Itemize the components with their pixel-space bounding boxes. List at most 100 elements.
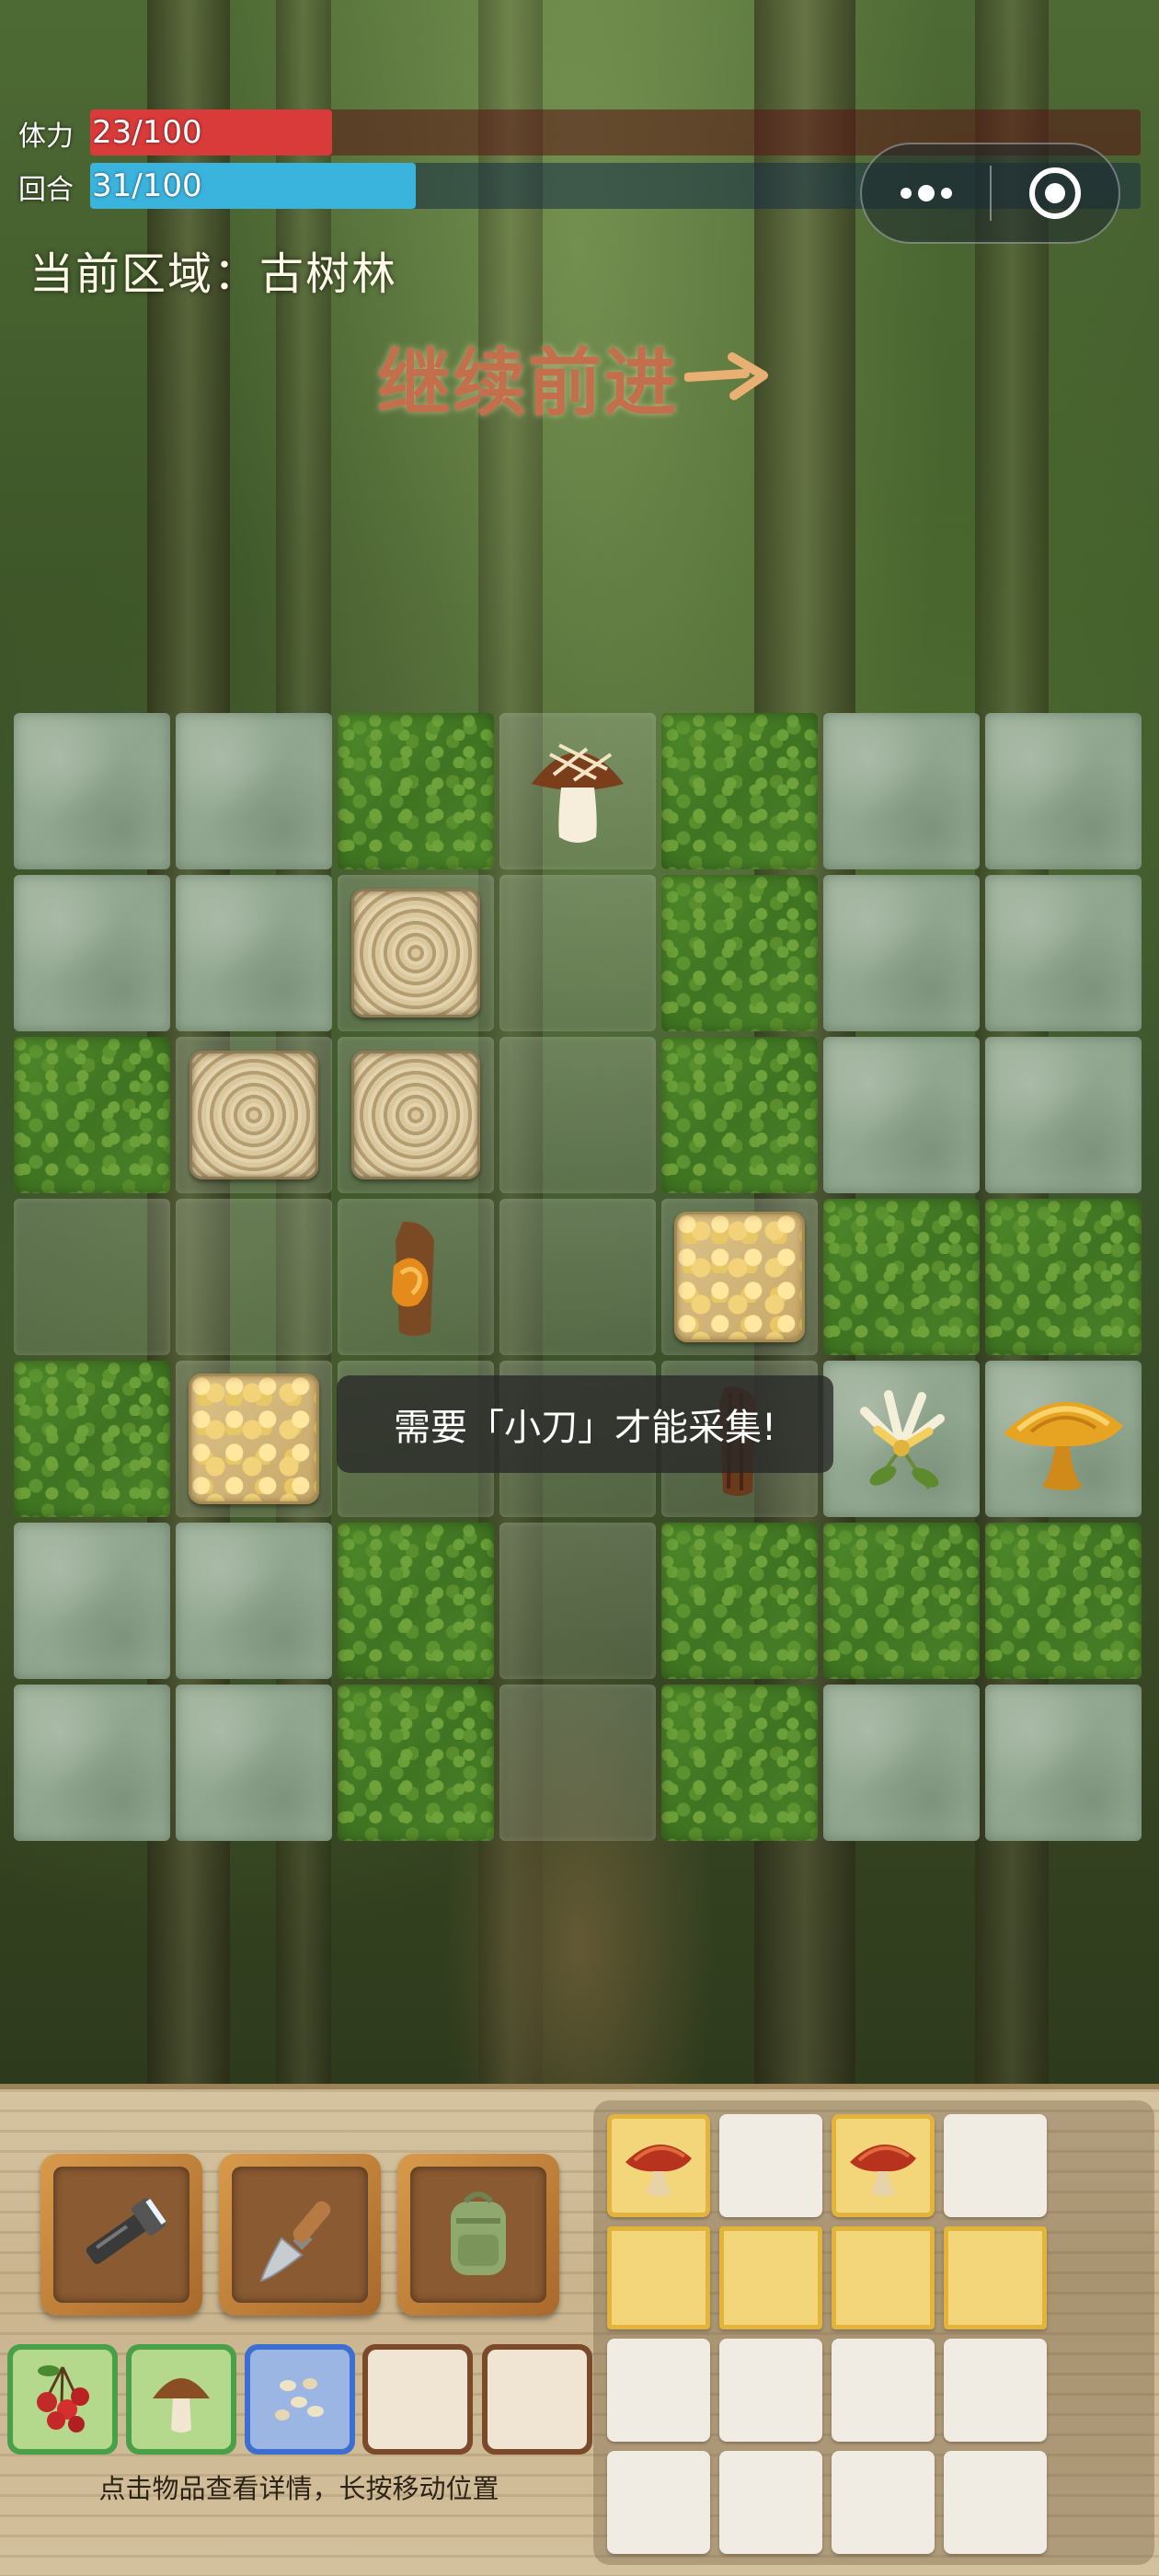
shiitake-mushroom-icon: [499, 713, 656, 869]
toast-message: 需要「小刀」才能采集!: [337, 1375, 833, 1473]
board-cell-stone[interactable]: [985, 1361, 1142, 1517]
board-cell-stone[interactable]: [985, 713, 1142, 869]
inventory-slot[interactable]: [832, 2114, 935, 2217]
inventory-slot[interactable]: [944, 2114, 1047, 2217]
board-cell-stone[interactable]: [14, 1685, 170, 1841]
inventory-slot[interactable]: [719, 2451, 822, 2554]
board-cell-path[interactable]: [499, 1037, 656, 1193]
lingzhi-icon: [620, 2125, 697, 2206]
close-button[interactable]: [992, 144, 1119, 242]
inventory-slot[interactable]: [944, 2226, 1047, 2329]
inventory-slot[interactable]: [719, 2226, 822, 2329]
board-cell-stone[interactable]: [985, 875, 1142, 1031]
board-cell-stone[interactable]: [176, 1523, 332, 1679]
mushroom-icon: [153, 2378, 210, 2432]
current-area-label: 当前区域：古树林: [29, 248, 398, 300]
board-cell-stone[interactable]: [823, 1685, 980, 1841]
tool-slot-backpack[interactable]: [397, 2154, 559, 2316]
board-cell-grass[interactable]: [661, 1037, 818, 1193]
inventory-slot[interactable]: [832, 2451, 935, 2554]
board-cell-path[interactable]: [14, 1199, 170, 1355]
board-cell-path[interactable]: [499, 875, 656, 1031]
inventory-slot[interactable]: [944, 2451, 1047, 2554]
more-dot-icon: [900, 188, 912, 199]
board-cell-path[interactable]: [338, 1037, 494, 1193]
inventory-slot[interactable]: [944, 2339, 1047, 2442]
board-cell-grass[interactable]: [338, 1685, 494, 1841]
board-cell-stone[interactable]: [14, 713, 170, 869]
board-cell-stone[interactable]: [823, 1361, 980, 1517]
honeysuckle-flower-icon: [823, 1361, 980, 1517]
board-cell-stone[interactable]: [823, 713, 980, 869]
quick-slot-mushroom[interactable]: [126, 2344, 236, 2455]
board-cell-grass[interactable]: [14, 1037, 170, 1193]
inventory-slot[interactable]: [607, 2451, 710, 2554]
flashlight-icon: [86, 2198, 166, 2264]
inventory-slot[interactable]: [832, 2339, 935, 2442]
continue-forward-label: 继续前进: [377, 339, 679, 426]
inventory-hint: 点击物品查看详情，长按移动位置: [98, 2473, 499, 2504]
continue-forward-button[interactable]: 继续前进: [377, 324, 769, 431]
inventory-slot[interactable]: [607, 2114, 710, 2217]
board-cell-grass[interactable]: [823, 1199, 980, 1355]
board-cell-grass[interactable]: [985, 1523, 1142, 1679]
inventory-slot[interactable]: [719, 2114, 822, 2217]
board-cell-path[interactable]: [499, 1199, 656, 1355]
inventory-slot[interactable]: [607, 2226, 710, 2329]
close-target-icon: [1028, 167, 1081, 219]
board-cell-path[interactable]: [176, 1037, 332, 1193]
inventory-slot[interactable]: [607, 2339, 710, 2442]
board-cell-stone[interactable]: [176, 1685, 332, 1841]
board-cell-stone[interactable]: [14, 875, 170, 1031]
berries-icon: [37, 2365, 89, 2432]
board-cell-grass[interactable]: [338, 1523, 494, 1679]
inventory-slot[interactable]: [832, 2226, 935, 2329]
tool-slot-flashlight[interactable]: [40, 2154, 202, 2316]
board-cell-stone[interactable]: [823, 875, 980, 1031]
board-cell-path[interactable]: [338, 1199, 494, 1355]
board-cell-stone[interactable]: [176, 713, 332, 869]
board-cell-grass[interactable]: [338, 713, 494, 869]
board-cell-path[interactable]: [499, 713, 656, 869]
quick-slot-seeds[interactable]: [245, 2344, 355, 2455]
lingzhi-icon: [844, 2125, 922, 2206]
golden-lingzhi-icon: [985, 1361, 1142, 1517]
inventory-slot[interactable]: [719, 2339, 822, 2442]
board-cell-path[interactable]: [499, 1523, 656, 1679]
board-cell-grass[interactable]: [14, 1361, 170, 1517]
quick-slot-berries[interactable]: [7, 2344, 118, 2455]
board-cell-grass[interactable]: [661, 1685, 818, 1841]
arrow-right-icon: [684, 352, 768, 400]
board-cell-grass[interactable]: [823, 1523, 980, 1679]
stump-tile: [176, 1037, 332, 1193]
stump-tile: [338, 1037, 494, 1193]
trowel-icon: [259, 2201, 331, 2283]
board-cell-path[interactable]: [338, 875, 494, 1031]
more-dot-icon: [940, 188, 952, 199]
board-cell-stone[interactable]: [985, 1685, 1142, 1841]
board-cell-grass[interactable]: [661, 875, 818, 1031]
turn-label: 回合: [18, 174, 74, 206]
tool-slot-trowel[interactable]: [219, 2154, 381, 2316]
game-board: [14, 713, 1142, 1841]
board-cell-grass[interactable]: [985, 1199, 1142, 1355]
quick-slot-empty[interactable]: [482, 2344, 592, 2455]
more-menu-button[interactable]: [862, 144, 990, 242]
board-cell-grass[interactable]: [661, 1523, 818, 1679]
board-cell-stone[interactable]: [14, 1523, 170, 1679]
resin-bark-icon: [338, 1199, 494, 1355]
board-cell-grass[interactable]: [661, 713, 818, 869]
board-cell-stone[interactable]: [176, 875, 332, 1031]
board-cell-path[interactable]: [176, 1361, 332, 1517]
gravel-tile: [176, 1361, 332, 1517]
backpack-icon: [451, 2191, 506, 2275]
board-cell-path[interactable]: [661, 1199, 818, 1355]
quick-slot-empty[interactable]: [362, 2344, 473, 2455]
stamina-value: 23/100: [92, 114, 202, 151]
board-cell-stone[interactable]: [985, 1037, 1142, 1193]
mini-program-capsule: [860, 143, 1120, 244]
board-cell-path[interactable]: [176, 1199, 332, 1355]
board-cell-stone[interactable]: [823, 1037, 980, 1193]
stump-tile: [338, 875, 494, 1031]
board-cell-path[interactable]: [499, 1685, 656, 1841]
